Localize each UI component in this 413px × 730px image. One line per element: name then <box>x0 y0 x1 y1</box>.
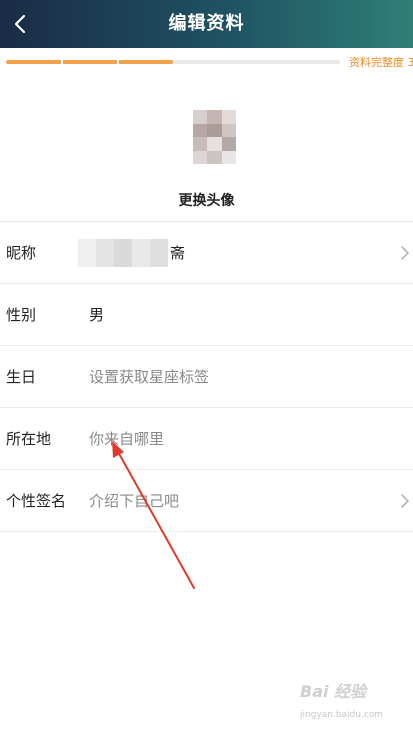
watermark-url: jingyan.baidu.com <box>300 710 384 720</box>
gender-label: 性别 <box>6 306 37 324</box>
progress-segment-divider <box>117 60 119 64</box>
progress-segment-divider <box>61 60 63 64</box>
watermark-brand: Bai 经验 <box>300 682 367 701</box>
chevron-right-icon <box>401 494 409 508</box>
signature-row[interactable]: 个性签名 介绍下自己吧 <box>0 470 413 532</box>
change-avatar-button[interactable]: 更换头像 <box>0 190 413 210</box>
nickname-label: 昵称 <box>6 244 37 262</box>
completeness-progress-fill <box>6 60 173 64</box>
completeness-progress-bar <box>6 60 340 64</box>
birthday-placeholder: 设置获取星座标签 <box>89 368 210 386</box>
chevron-right-icon <box>401 246 409 260</box>
profile-completeness: 资料完整度 3 <box>0 48 413 78</box>
page-title: 编辑资料 <box>168 13 245 34</box>
birthday-label: 生日 <box>6 368 37 386</box>
location-placeholder: 你来自哪里 <box>89 430 165 448</box>
birthday-row[interactable]: 生日 设置获取星座标签 <box>0 346 413 408</box>
avatar[interactable] <box>193 110 236 164</box>
signature-label: 个性签名 <box>6 492 67 510</box>
nickname-value: 斋 <box>170 244 186 262</box>
baidu-jingyan-watermark: Bai 经验 jingyan.baidu.com <box>294 678 412 730</box>
app-header: 编辑资料 <box>0 0 413 48</box>
nickname-row[interactable]: 昵称 斋 <box>0 222 413 284</box>
completeness-label: 资料完整度 3 <box>349 56 413 69</box>
signature-placeholder: 介绍下自己吧 <box>89 492 180 510</box>
location-row[interactable]: 所在地 你来自哪里 <box>0 408 413 470</box>
gender-value: 男 <box>89 306 105 324</box>
gender-row[interactable]: 性别 男 <box>0 284 413 346</box>
row-divider <box>0 531 413 532</box>
location-label: 所在地 <box>6 430 52 448</box>
avatar-section: 更换头像 <box>0 80 413 222</box>
nickname-blurred-text <box>78 239 168 267</box>
